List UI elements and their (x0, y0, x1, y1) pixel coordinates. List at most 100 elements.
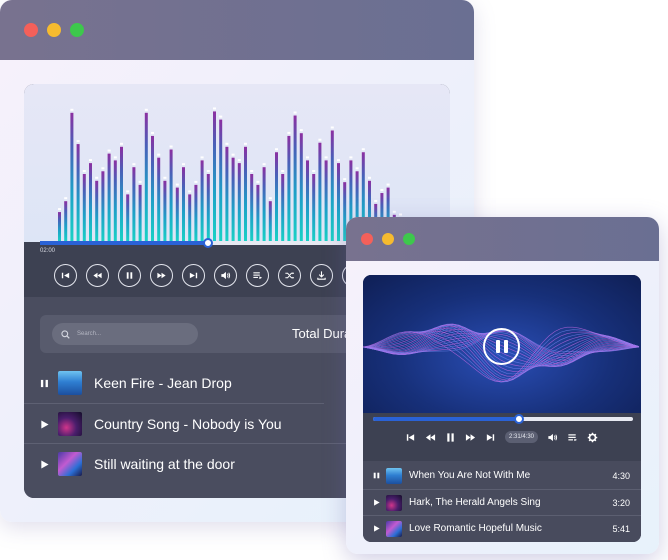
pause-button[interactable] (118, 264, 141, 287)
pause-icon[interactable] (372, 472, 380, 480)
visualizer-bar-cap (281, 170, 285, 172)
seek-bar-handle[interactable] (203, 238, 214, 248)
visualizer-bar (76, 144, 80, 242)
visualizer-bar-cap (256, 180, 260, 183)
play-icon[interactable] (39, 419, 49, 429)
visualizer-bar-cap (132, 163, 136, 166)
visualizer-bar-cap (58, 208, 61, 211)
song-row[interactable]: When You Are Not With Me 4:30 (363, 463, 641, 488)
rewind-icon (93, 272, 102, 279)
visualizer-bar (144, 112, 148, 242)
playback-controls: 2:31/4:30 (405, 431, 598, 443)
skip-next-icon (189, 272, 198, 279)
visualizer-bar (64, 201, 68, 242)
visualizer-bar-cap (361, 148, 365, 151)
play-icon[interactable] (372, 525, 380, 533)
seek-bar-handle[interactable] (513, 414, 524, 424)
visualizer-bar-cap (275, 148, 278, 151)
settings-button[interactable] (587, 432, 598, 443)
visualizer-bar (163, 180, 167, 242)
visualizer-bar-cap (293, 111, 297, 114)
skip-next-button[interactable] (485, 432, 496, 443)
playlist-icon (253, 272, 263, 280)
visualizer-bar (268, 201, 272, 242)
skip-previous-button[interactable] (54, 264, 77, 287)
album-thumbnail (58, 412, 82, 436)
maximize-window-button[interactable] (70, 23, 84, 37)
song-row[interactable]: Hark, The Herald Angels Sing 3:20 (363, 490, 641, 515)
album-thumbnail (58, 452, 82, 476)
minimize-window-button[interactable] (382, 233, 394, 245)
visualizer-bar (225, 146, 229, 242)
visualizer-bar-cap (64, 197, 68, 200)
visualizer-bar-cap (175, 183, 179, 186)
visualizer-bar (132, 167, 136, 242)
visualizer-bar (324, 160, 328, 242)
visualizer-bar-cap (262, 163, 266, 166)
pause-icon[interactable] (39, 378, 49, 388)
visualizer-bar (101, 171, 105, 242)
download-button[interactable] (310, 264, 333, 287)
song-row[interactable]: Love Romantic Hopeful Music 5:41 (363, 516, 641, 541)
song-title: When You Are Not With Me (409, 470, 531, 481)
playback-controls (54, 264, 365, 287)
pause-icon (447, 432, 454, 442)
seek-bar[interactable] (373, 414, 633, 424)
play-icon[interactable] (372, 499, 380, 507)
visualizer-bar-cap (324, 156, 328, 159)
volume-button[interactable] (547, 432, 558, 443)
playlist-icon (568, 433, 578, 441)
visualizer-bar (330, 130, 334, 242)
fast-forward-button[interactable] (150, 264, 173, 287)
seek-bar-progress (40, 241, 209, 245)
song-title: Love Romantic Hopeful Music (409, 523, 542, 534)
visualizer-bar-cap (194, 180, 198, 183)
visualizer-bar (237, 163, 241, 242)
song-list: When You Are Not With Me 4:30 Hark, The … (363, 461, 641, 542)
maximize-window-button[interactable] (403, 233, 415, 245)
video-player: 2:31/4:30 When You Are Not With Me 4:30 … (363, 275, 641, 542)
visualizer-bar (213, 111, 216, 242)
pause-icon-bar (503, 340, 508, 353)
volume-button[interactable] (214, 264, 237, 287)
pause-button[interactable] (483, 328, 520, 365)
close-window-button[interactable] (24, 23, 38, 37)
song-title: Keen Fire - Jean Drop (94, 375, 232, 391)
playlist-button[interactable] (246, 264, 269, 287)
shuffle-button[interactable] (278, 264, 301, 287)
visualizer-bar-cap (244, 142, 247, 145)
close-window-button[interactable] (361, 233, 373, 245)
play-icon[interactable] (39, 459, 49, 469)
visualizer-bar-cap (386, 183, 390, 186)
minimize-window-button[interactable] (47, 23, 61, 37)
rewind-button[interactable] (86, 264, 109, 287)
visualizer-bar-cap (330, 126, 334, 129)
visualizer-bar (157, 157, 161, 242)
mini-player-window: 2:31/4:30 When You Are Not With Me 4:30 … (346, 217, 659, 554)
visualizer-bar-cap (368, 176, 371, 179)
visualizer-bar (306, 160, 309, 242)
visualizer-bar-cap (380, 189, 384, 192)
album-thumbnail (386, 467, 402, 484)
rewind-icon (425, 433, 436, 441)
pause-button[interactable] (445, 432, 456, 443)
visualizer-bar (250, 174, 254, 242)
visualizer-bar (262, 167, 266, 242)
visualizer-bar (82, 174, 86, 242)
fast-forward-button[interactable] (465, 432, 476, 443)
skip-previous-button[interactable] (405, 432, 416, 443)
rewind-button[interactable] (425, 432, 436, 443)
visualizer-bar-cap (219, 115, 223, 118)
playlist-button[interactable] (567, 432, 578, 443)
skip-next-button[interactable] (182, 264, 205, 287)
pause-icon (126, 272, 133, 279)
visualizer-bar (312, 174, 316, 242)
visualizer-bar-cap (237, 159, 241, 162)
skip-previous-icon (61, 272, 70, 279)
search-input[interactable]: Search... (52, 323, 198, 345)
visualizer-bar (244, 146, 247, 242)
visualizer-bar (70, 112, 74, 242)
album-artwork (363, 275, 641, 413)
seek-bar-progress (373, 417, 519, 421)
visualizer-bar (138, 184, 142, 242)
